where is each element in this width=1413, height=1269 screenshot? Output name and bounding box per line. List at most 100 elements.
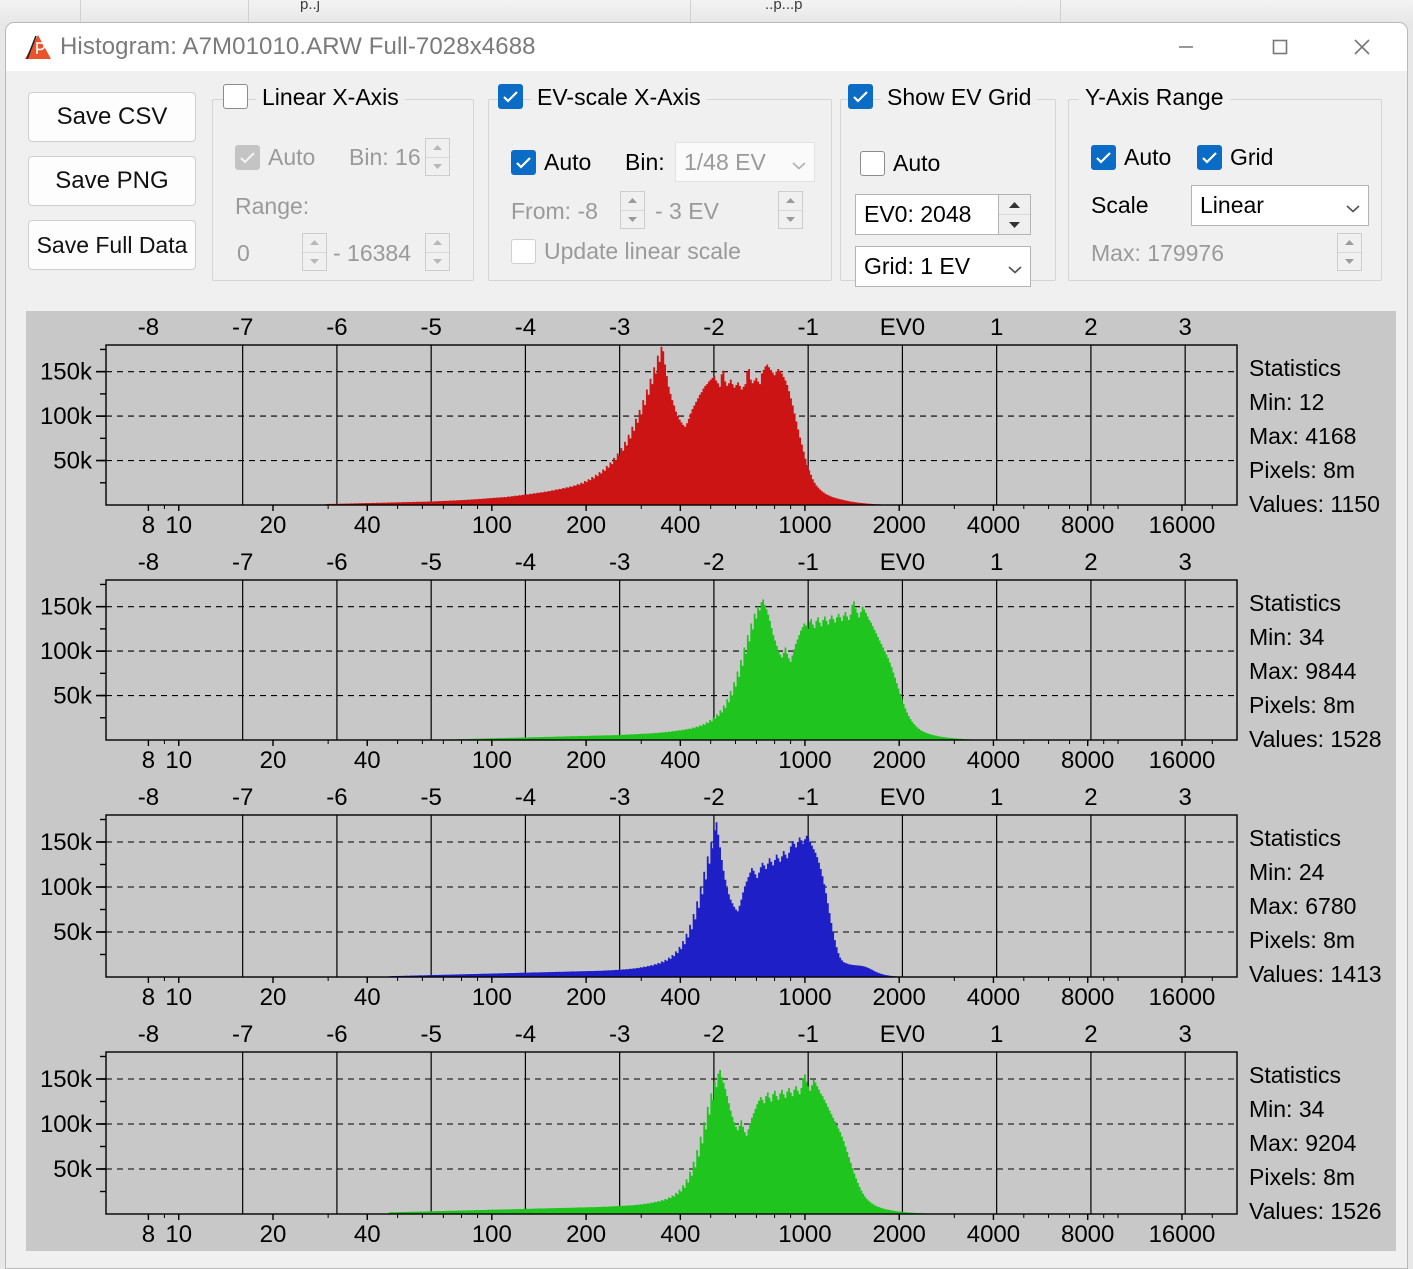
linear-tick-label: 40 (354, 512, 381, 539)
linear-tick-label: 2000 (872, 984, 925, 1011)
ev-scale-x-axis-group: EV-scale X-Axis Auto Bin: 1/48 EV From: … (488, 99, 832, 281)
ev-tick-label: 1 (990, 314, 1003, 341)
histogram-window: Histogram: A7M01010.ARW Full-7028x4688 S… (5, 22, 1408, 1269)
y-scale-select[interactable]: Linear (1191, 185, 1369, 226)
ev-tick-label: -8 (138, 784, 159, 811)
ev-tick-label: -7 (232, 549, 253, 576)
ev-bin-value: 1/48 EV (684, 149, 786, 176)
close-button[interactable] (1331, 23, 1393, 71)
linear-tick-label: 8 (142, 1221, 155, 1248)
linear-auto-label: Auto (268, 144, 315, 171)
statistics-max: Max: 4168 (1249, 423, 1356, 450)
ev-grid-step-value: Grid: 1 EV (864, 253, 1002, 280)
linear-tick-label: 400 (660, 747, 700, 774)
linear-tick-label: 200 (566, 747, 606, 774)
y-tick-label: 150k (40, 829, 93, 856)
maximize-icon (1269, 36, 1291, 58)
linear-tick-label: 200 (566, 512, 606, 539)
linear-tick-label: 16000 (1149, 747, 1216, 774)
linear-auto-checkbox (235, 145, 260, 170)
ev-bin-label: Bin: (625, 149, 665, 176)
statistics-values: Values: 1528 (1249, 726, 1382, 753)
ev-tick-label: EV0 (880, 784, 925, 811)
spinner-up-icon (303, 234, 326, 253)
y-auto-label: Auto (1124, 144, 1171, 171)
save-full-data-button[interactable]: Save Full Data (28, 220, 196, 270)
check-icon (512, 151, 535, 174)
linear-tick-label: 100 (472, 512, 512, 539)
ev-tick-label: -4 (515, 784, 536, 811)
linear-tick-label: 8000 (1061, 747, 1114, 774)
ev-tick-label: -4 (515, 1021, 536, 1048)
ev0-input[interactable]: EV0: 2048 (855, 194, 998, 235)
linear-tick-label: 10 (165, 747, 192, 774)
title-bar: Histogram: A7M01010.ARW Full-7028x4688 (6, 23, 1407, 71)
maximize-button[interactable] (1249, 23, 1311, 71)
histogram-chart-G1: -8-7-6-5-4-3-2-1EV012350k100k150k8102040… (30, 546, 1392, 774)
ev-tick-label: -3 (609, 784, 630, 811)
histogram-panel-green2: -8-7-6-5-4-3-2-1EV012350k100k150k8102040… (30, 1018, 1392, 1248)
linear-bin-spinner (425, 138, 450, 176)
y-tick-label: 100k (40, 1111, 93, 1138)
linear-tick-label: 1000 (778, 1221, 831, 1248)
linear-x-axis-checkbox[interactable] (223, 84, 248, 109)
chevron-down-icon (1008, 253, 1022, 280)
linear-tick-label: 100 (472, 984, 512, 1011)
histogram-chart-G2: -8-7-6-5-4-3-2-1EV012350k100k150k8102040… (30, 1018, 1392, 1248)
ev-tick-label: 3 (1178, 784, 1191, 811)
ev-scale-x-axis-checkbox[interactable] (498, 84, 523, 109)
y-tick-label: 50k (53, 683, 93, 710)
ev-tick-label: 2 (1084, 314, 1097, 341)
ev0-value: EV0: 2048 (864, 201, 971, 228)
linear-tick-label: 8000 (1061, 1221, 1114, 1248)
ev-tick-label: -8 (138, 314, 159, 341)
ev-bin-select[interactable]: 1/48 EV (675, 142, 815, 182)
ev-auto-checkbox[interactable] (511, 150, 536, 175)
linear-tick-label: 16000 (1149, 1221, 1216, 1248)
ev-tick-label: -2 (703, 314, 724, 341)
y-grid-checkbox[interactable] (1197, 145, 1222, 170)
ev-tick-label: -2 (703, 549, 724, 576)
linear-tick-label: 1000 (778, 747, 831, 774)
ev-tick-label: 3 (1178, 549, 1191, 576)
spinner-up-icon (999, 195, 1030, 215)
minimize-button[interactable] (1155, 23, 1217, 71)
ev-grid-auto-checkbox[interactable] (860, 151, 885, 176)
ev-tick-label: -5 (420, 784, 441, 811)
check-icon (849, 85, 872, 108)
linear-tick-label: 2000 (872, 747, 925, 774)
linear-tick-label: 400 (660, 512, 700, 539)
spinner-up-icon (426, 234, 449, 253)
y-tick-label: 100k (40, 874, 93, 901)
linear-tick-label: 8000 (1061, 984, 1114, 1011)
linear-range-label: Range: (235, 193, 309, 220)
linear-range-to-spinner (425, 233, 450, 271)
ev-scale-group-title: EV-scale X-Axis (531, 84, 707, 111)
ev-auto-label: Auto (544, 149, 591, 176)
show-ev-grid-checkbox[interactable] (848, 84, 873, 109)
ev-grid-step-select[interactable]: Grid: 1 EV (855, 246, 1031, 287)
linear-tick-label: 1000 (778, 512, 831, 539)
ev-from-spinner (620, 191, 645, 229)
linear-tick-label: 200 (566, 984, 606, 1011)
linear-tick-label: 400 (660, 984, 700, 1011)
linear-x-axis-group-title: Linear X-Axis (256, 84, 405, 111)
check-icon (1198, 146, 1221, 169)
statistics-pixels: Pixels: 8m (1249, 1164, 1355, 1191)
statistics-max: Max: 9844 (1249, 658, 1356, 685)
bg-text: p..j (300, 0, 320, 13)
save-csv-button[interactable]: Save CSV (28, 92, 196, 142)
ev0-spinner[interactable] (998, 194, 1031, 235)
ev-tick-label: -6 (326, 549, 347, 576)
show-ev-grid-group-title: Show EV Grid (881, 84, 1037, 111)
linear-tick-label: 4000 (967, 747, 1020, 774)
y-auto-checkbox[interactable] (1091, 145, 1116, 170)
ev-to-label: - 3 EV (655, 198, 719, 225)
save-png-button[interactable]: Save PNG (28, 156, 196, 206)
ev-tick-label: 2 (1084, 549, 1097, 576)
check-icon (236, 146, 259, 169)
ev-from-label: From: -8 (511, 198, 598, 225)
y-tick-label: 50k (53, 448, 93, 475)
linear-tick-label: 16000 (1149, 512, 1216, 539)
show-ev-grid-group: Show EV Grid Auto EV0: 2048 Grid: 1 EV (840, 99, 1056, 281)
